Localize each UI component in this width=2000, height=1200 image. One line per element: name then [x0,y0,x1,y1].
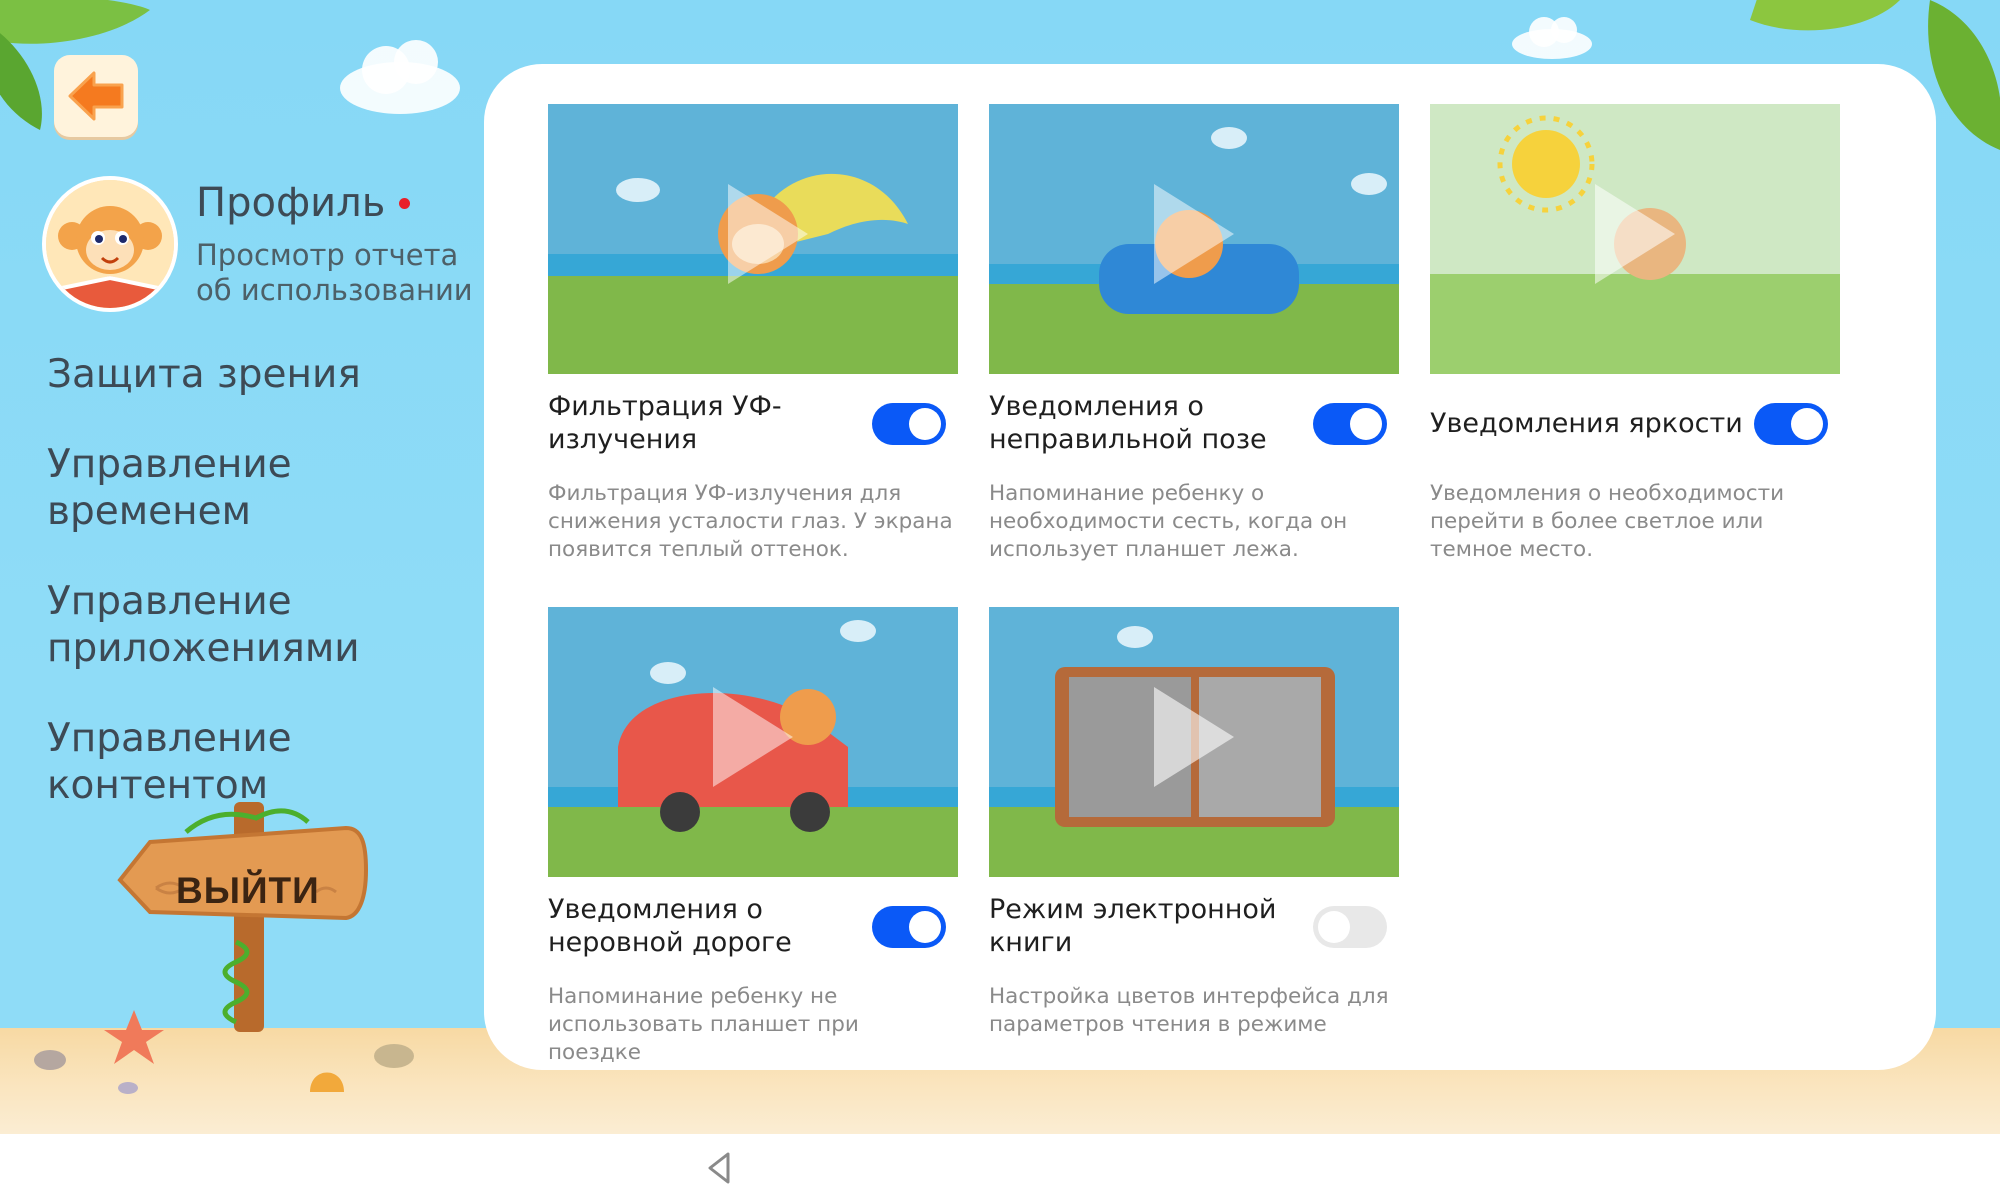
card-title: Фильтрация УФ-излучения [548,391,782,455]
ebook-mode-toggle[interactable] [1313,906,1387,948]
card-description: Настройка цветов интерфейса для параметр… [989,984,1389,1037]
posture-alerts-toggle[interactable] [1313,403,1387,445]
arrow-left-icon [68,71,124,121]
video-thumbnail[interactable] [1430,104,1840,374]
system-navigation-bar [0,1134,2000,1200]
card-title: Уведомления о неровной дороге [548,894,792,958]
profile-title-label: Профиль [196,180,386,226]
menu-item-time-management[interactable]: Управление временем [47,441,427,535]
brightness-alerts-toggle[interactable] [1754,403,1828,445]
profile-subtitle[interactable]: Просмотр отчета об использовании [196,238,486,308]
card-description: Уведомления о необходимости перейти в бо… [1430,481,1785,562]
card-description: Фильтрация УФ-излучения для снижения уст… [548,481,953,562]
profile-title[interactable]: Профиль [196,180,411,226]
exit-label: ВЫЙТИ [176,870,320,911]
notification-dot [399,197,411,209]
uv-filter-toggle[interactable] [872,403,946,445]
menu-item-eye-protection[interactable]: Защита зрения [47,351,427,398]
bumpy-road-alerts-toggle[interactable] [872,906,946,948]
card-title: Уведомления о неправильной позе [989,391,1267,455]
signpost-icon [117,802,369,1032]
back-button[interactable] [54,55,138,137]
card-title: Уведомления яркости [1430,408,1743,439]
monkey-avatar-icon [46,180,174,308]
avatar[interactable] [42,176,178,312]
cloud-left [340,40,460,114]
card-description: Напоминание ребенку о необходимости сест… [989,481,1348,562]
video-thumbnail[interactable] [548,607,958,877]
eye-protection-panel: Фильтрация УФ-излучения Фильтрация УФ-из… [484,64,1936,1070]
video-thumbnail[interactable] [989,607,1399,877]
menu-item-app-management[interactable]: Управление приложениями [47,578,427,672]
video-thumbnail[interactable] [989,104,1399,374]
exit-signpost[interactable]: ВЫЙТИ [116,792,376,1042]
video-thumbnail[interactable] [548,104,958,374]
cloud-right [1512,17,1592,59]
nav-back-icon[interactable] [700,1148,740,1188]
card-description: Напоминание ребенку не использовать план… [548,984,859,1065]
card-title: Режим электронной книги [989,894,1277,958]
